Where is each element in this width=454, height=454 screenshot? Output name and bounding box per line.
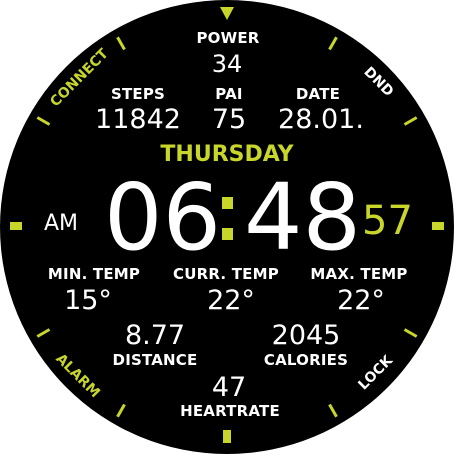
date-label: DATE — [295, 85, 341, 103]
bezel-tick-150 — [328, 403, 338, 418]
heartrate-label: HEARTRATE — [180, 402, 280, 420]
bezel-tick-30 — [328, 36, 338, 51]
distance-value[interactable]: 8.77 — [125, 322, 185, 349]
calories-value[interactable]: 2045 — [272, 322, 341, 349]
max-temp-value[interactable]: 22° — [337, 287, 385, 314]
min-temp-label: MIN. TEMP — [47, 265, 141, 283]
bezel-tick-300 — [36, 116, 51, 126]
pai-label: PAI — [215, 85, 243, 103]
curr-temp-label: CURR. TEMP — [173, 265, 279, 283]
time-colon-bottom — [222, 228, 233, 240]
tick-9 — [10, 222, 22, 230]
tick-3 — [432, 222, 444, 230]
bezel-tick-210 — [116, 403, 126, 418]
tick-6 — [223, 430, 231, 443]
bezel-tick-60 — [403, 116, 418, 126]
curr-temp-value[interactable]: 22° — [207, 287, 255, 314]
bezel-tick-120 — [403, 328, 418, 338]
bezel-tick-330 — [116, 36, 126, 51]
steps-label: STEPS — [110, 85, 166, 103]
weekday: THURSDAY — [160, 142, 294, 167]
triangle-down-icon — [220, 7, 234, 20]
bezel-tick-240 — [36, 328, 51, 338]
power-label: POWER — [196, 29, 260, 47]
time-minutes: 48 — [244, 164, 362, 271]
time-hours: 06 — [104, 164, 222, 271]
calories-label: CALORIES — [263, 351, 349, 369]
steps-value[interactable]: 11842 — [95, 106, 181, 133]
min-temp-value[interactable]: 15° — [64, 287, 112, 314]
watch-face: CONNECT DND ALARM LOCK POWER 34 STEPS 11… — [0, 0, 454, 454]
pai-value[interactable]: 75 — [212, 106, 246, 133]
heartrate-value[interactable]: 47 — [212, 374, 246, 401]
am-pm-indicator: AM — [44, 211, 79, 236]
max-temp-label: MAX. TEMP — [310, 265, 408, 283]
time-seconds: 57 — [362, 198, 413, 244]
power-value[interactable]: 34 — [212, 52, 243, 76]
date-value[interactable]: 28.01. — [278, 106, 364, 133]
distance-label: DISTANCE — [112, 351, 198, 369]
time-colon-top — [222, 197, 233, 209]
